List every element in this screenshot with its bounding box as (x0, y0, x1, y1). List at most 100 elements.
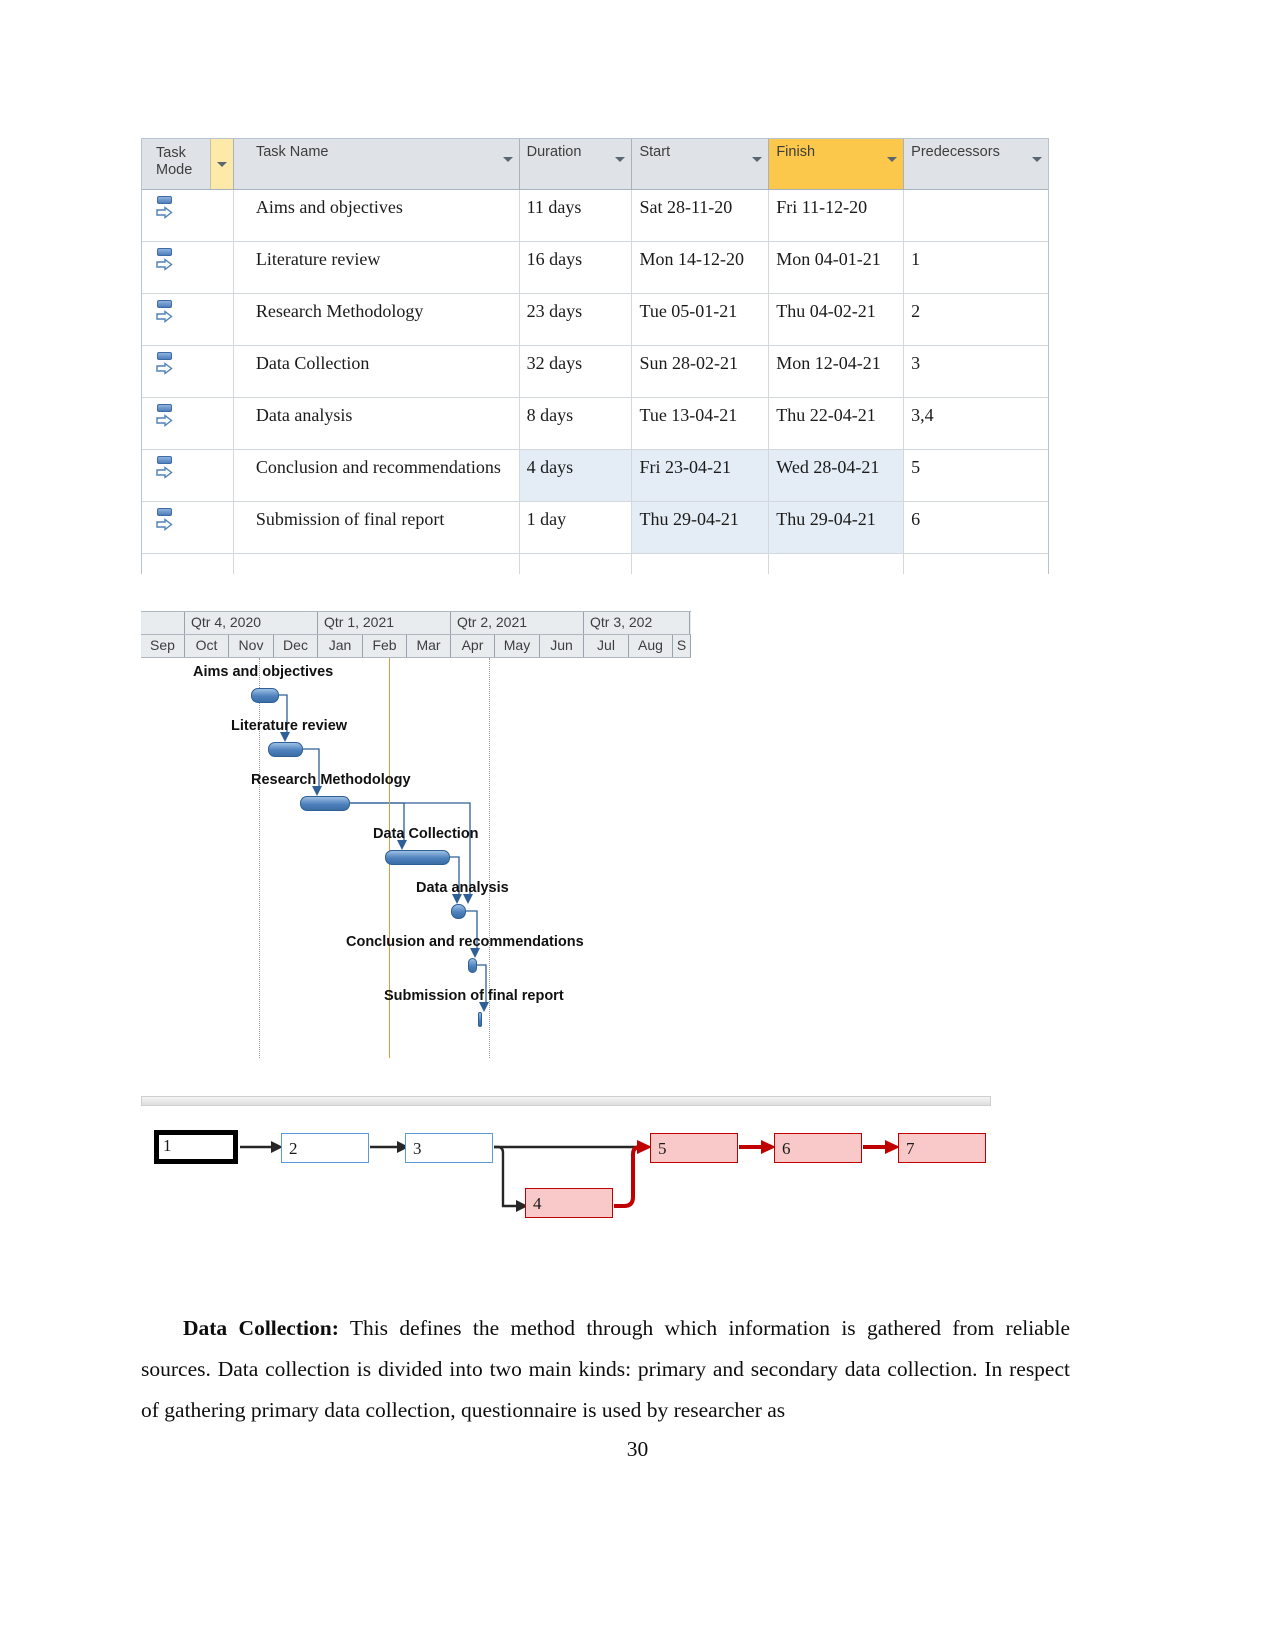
cell-finish[interactable]: Thu 22-04-21 (769, 398, 905, 449)
cell-duration[interactable]: 16 days (520, 242, 633, 293)
network-node[interactable]: 3 (405, 1133, 493, 1163)
project-task-table: Task Mode Task Name Duration Start Finis… (141, 138, 1049, 574)
cell-task-name[interactable]: Data Collection (234, 346, 520, 397)
cell-duration[interactable]: 1 day (520, 502, 633, 553)
cell-duration[interactable]: 23 days (520, 294, 633, 345)
gantt-task-label: Literature review (231, 718, 348, 734)
cell-predecessors[interactable]: 3,4 (904, 398, 1048, 449)
cell-duration[interactable]: 4 days (519, 450, 633, 501)
cell-duration[interactable]: 32 days (520, 346, 633, 397)
cell-task-name[interactable]: Research Methodology (234, 294, 520, 345)
empty-cell-duration (520, 554, 633, 574)
table-row[interactable]: Conclusion and recommendations 4 days Fri … (142, 450, 1048, 502)
gantt-quarter-header: Qtr 4, 2020 Qtr 1, 2021 Qtr 2, 2021 Qtr 3, … (141, 611, 691, 635)
cell-duration[interactable]: 8 days (520, 398, 633, 449)
cell-predecessors[interactable]: 5 (904, 450, 1048, 501)
cell-task-name[interactable]: Submission of final report (234, 502, 520, 553)
gantt-month-header: Sep Oct Nov Dec Jan Feb Mar Apr May Jun Jul Aug S (141, 635, 691, 658)
column-header-duration[interactable]: Duration (519, 139, 633, 189)
empty-cell-task-mode (142, 554, 234, 574)
gantt-month-cell: Mar (407, 635, 451, 657)
table-header-row: Task Mode Task Name Duration Start Finis… (142, 139, 1048, 190)
task-mode-arrow-icon (156, 518, 173, 531)
network-node[interactable]: 5 (650, 1133, 738, 1163)
gantt-task-bar[interactable] (268, 742, 303, 757)
chevron-down-icon (216, 161, 227, 167)
cell-predecessors[interactable]: 6 (904, 502, 1048, 553)
task-mode-cap-icon (157, 248, 172, 256)
gantt-month-cell: S (673, 635, 691, 657)
column-header-finish-label: Finish (776, 144, 816, 160)
cell-predecessors[interactable]: 3 (904, 346, 1048, 397)
cell-start[interactable]: Sun 28-02-21 (632, 346, 770, 397)
table-row[interactable]: Literature review 16 days Mon 14-12-20 Mon … (142, 242, 1048, 294)
column-header-duration-label: Duration (526, 144, 582, 160)
cell-task-name[interactable]: Data analysis (234, 398, 520, 449)
cell-task-mode[interactable] (142, 346, 234, 397)
table-row[interactable]: Data Collection 32 days Sun 28-02-21 Mon 12… (142, 346, 1048, 398)
cell-predecessors[interactable]: 2 (904, 294, 1048, 345)
task-mode-filter-button[interactable] (209, 139, 233, 189)
cell-predecessors[interactable] (904, 190, 1048, 241)
column-header-task-name[interactable]: Task Name (233, 139, 520, 189)
gantt-task-bar[interactable] (468, 958, 477, 973)
column-header-start[interactable]: Start (632, 139, 770, 189)
cell-task-name[interactable]: Conclusion and recommendations (234, 450, 520, 501)
table-row[interactable]: Aims and objectives 11 days Sat 28-11-20 Fr… (142, 190, 1048, 242)
cell-start[interactable]: Thu 29-04-21 (632, 502, 770, 553)
column-header-task-mode[interactable]: Task Mode (142, 139, 234, 189)
gantt-task-bar[interactable] (451, 904, 466, 919)
gantt-task-bar[interactable] (478, 1012, 482, 1027)
column-header-predecessors[interactable]: Predecessors (904, 139, 1048, 189)
gantt-quarter-cell: Qtr 3, 202 (584, 612, 690, 634)
gantt-month-cell: May (495, 635, 540, 657)
cell-task-mode[interactable] (142, 242, 234, 293)
chevron-down-icon[interactable] (615, 157, 626, 162)
gantt-task-bar[interactable] (300, 796, 350, 811)
cell-task-name[interactable]: Literature review (234, 242, 520, 293)
network-node[interactable]: 2 (281, 1133, 369, 1163)
gantt-task-label: Data analysis (416, 880, 509, 896)
cell-finish[interactable]: Mon 04-01-21 (769, 242, 905, 293)
cell-task-mode[interactable] (142, 294, 234, 345)
cell-predecessors[interactable]: 1 (904, 242, 1048, 293)
table-row[interactable]: Research Methodology 23 days Tue 05-01-21 T… (142, 294, 1048, 346)
column-header-task-name-label: Task Name (255, 144, 329, 160)
cell-start[interactable]: Fri 23-04-21 (632, 450, 770, 501)
cell-start[interactable]: Mon 14-12-20 (632, 242, 770, 293)
table-row[interactable]: Submission of final report 1 day Thu 29-04… (142, 502, 1048, 554)
cell-finish[interactable]: Wed 28-04-21 (769, 450, 905, 501)
task-mode-cap-icon (157, 196, 172, 204)
gantt-task-bar[interactable] (251, 688, 279, 703)
network-node[interactable]: 6 (774, 1133, 862, 1163)
gantt-chart: Qtr 4, 2020 Qtr 1, 2021 Qtr 2, 2021 Qtr 3, … (141, 611, 691, 1076)
table-row[interactable]: Data analysis 8 days Tue 13-04-21 Thu 22-04… (142, 398, 1048, 450)
cell-start[interactable]: Sat 28-11-20 (632, 190, 770, 241)
gantt-task-bar[interactable] (385, 850, 450, 865)
cell-duration[interactable]: 11 days (520, 190, 633, 241)
cell-task-mode[interactable] (142, 190, 234, 241)
chevron-down-icon[interactable] (752, 157, 763, 162)
cell-finish[interactable]: Thu 04-02-21 (769, 294, 905, 345)
network-node[interactable]: 4 (525, 1188, 613, 1218)
chevron-down-icon[interactable] (502, 157, 513, 162)
gantt-month-cell: Jun (540, 635, 584, 657)
cell-finish[interactable]: Mon 12-04-21 (769, 346, 905, 397)
cell-task-mode[interactable] (142, 502, 234, 553)
gantt-task-label: Submission of final report (384, 988, 564, 1004)
column-header-finish[interactable]: Finish (769, 139, 905, 189)
gantt-month-cell: Oct (185, 635, 229, 657)
network-node[interactable]: 7 (898, 1133, 986, 1163)
chevron-down-icon[interactable] (887, 157, 898, 162)
chevron-down-icon[interactable] (1032, 157, 1042, 162)
cell-start[interactable]: Tue 05-01-21 (632, 294, 770, 345)
empty-cell-task-name (234, 554, 520, 574)
cell-task-mode[interactable] (142, 398, 234, 449)
gantt-month-cell: Apr (451, 635, 495, 657)
cell-start[interactable]: Tue 13-04-21 (632, 398, 770, 449)
network-node[interactable]: 1 (154, 1130, 238, 1164)
cell-finish[interactable]: Thu 29-04-21 (769, 502, 905, 553)
cell-task-name[interactable]: Aims and objectives (234, 190, 520, 241)
cell-task-mode[interactable] (142, 450, 234, 501)
cell-finish[interactable]: Fri 11-12-20 (769, 190, 905, 241)
